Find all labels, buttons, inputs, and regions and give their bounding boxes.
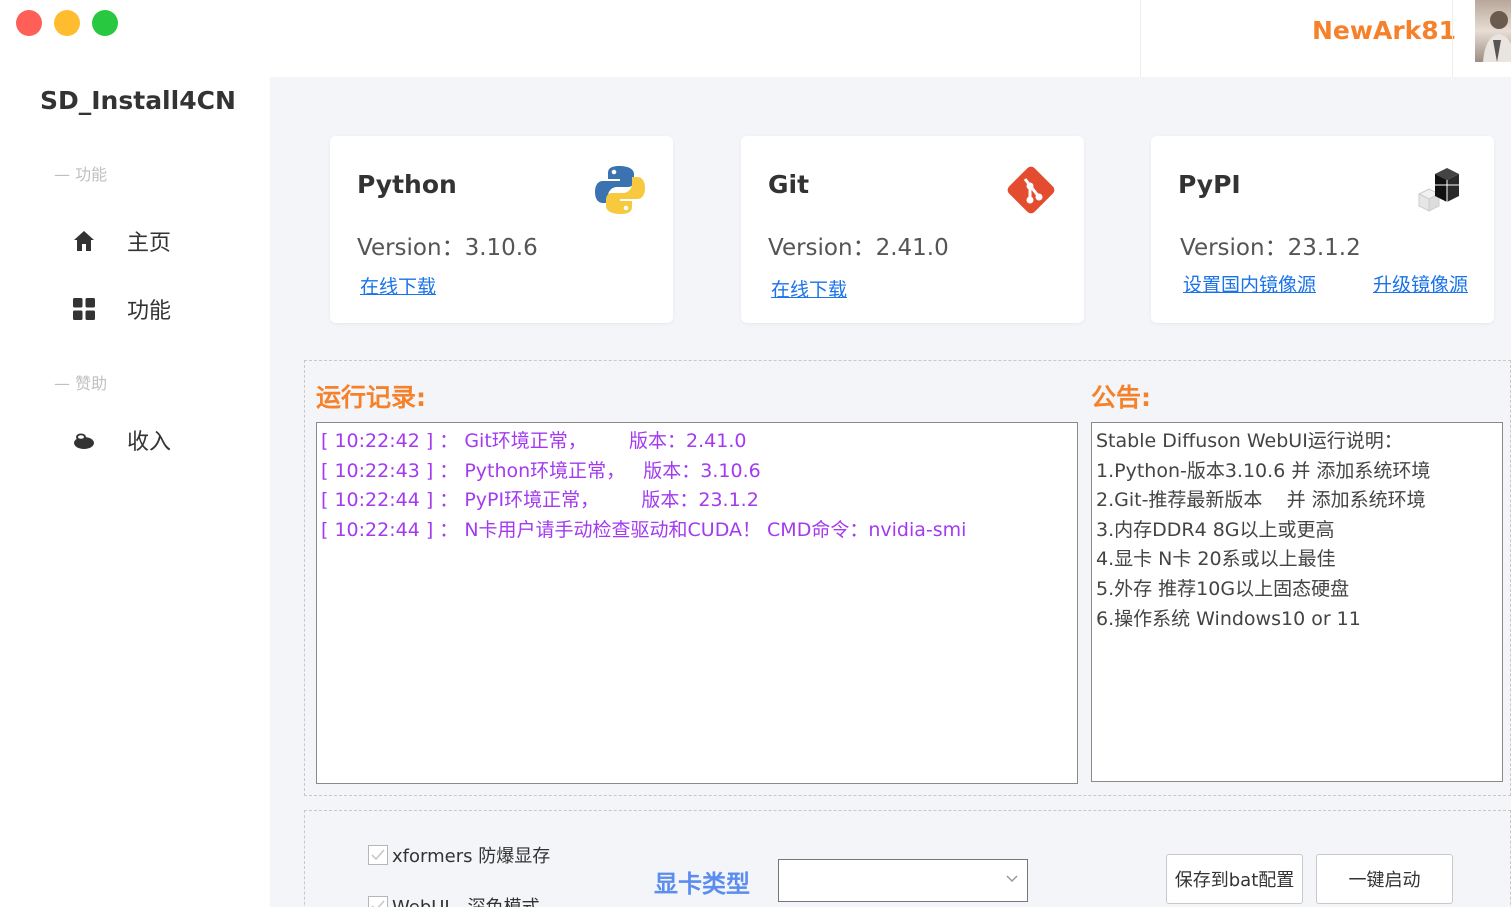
app-title: SD_Install4CN [40,86,236,115]
notice-line: 1.Python-版本3.10.6 并 添加系统环境 [1096,459,1431,482]
avatar[interactable] [1475,0,1511,62]
sidebar-item-features[interactable]: 功能 [72,289,252,329]
card-version: Version：3.10.6 [357,235,538,261]
run-log-textbox[interactable]: [ 10:22:42 ] ： Git环境正常， 版本：2.41.0 [ 10:2… [316,422,1078,784]
card-version: Version：23.1.2 [1180,235,1361,261]
checkbox-box[interactable] [368,896,388,907]
git-card: Git Version：2.41.0 在线下载 [741,136,1084,323]
chevron-down-icon [1005,870,1019,884]
home-icon [72,229,96,253]
notice-line: 6.操作系统 Windows10 or 11 [1096,607,1361,630]
launch-button[interactable]: 一键启动 [1316,854,1453,904]
notice-textbox[interactable]: Stable Diffuson WebUI运行说明： 1.Python-版本3.… [1091,422,1503,782]
sidebar-item-label: 功能 [127,299,172,324]
card-title: Python [357,170,457,199]
card-version: Version：2.41.0 [768,235,949,261]
close-window-button[interactable] [16,10,42,36]
log-line: [ 10:22:42 ] ： Git环境正常， 版本：2.41.0 [321,430,747,452]
header-divider [1452,0,1453,77]
sidebar-item-label: 收入 [127,430,172,455]
gpu-type-select[interactable] [778,859,1028,902]
checkbox-label: WebUI - 深色模式 [392,893,540,907]
log-line: [ 10:22:44 ] ： PyPI环境正常， 版本：23.1.2 [321,489,759,512]
xformers-checkbox[interactable]: xformers 防爆显存 [368,842,550,868]
python-card: Python Version：3.10.6 在线下载 [330,136,673,323]
card-title: Git [768,170,810,199]
sidebar-item-income[interactable]: 收入 [72,420,252,460]
notice-line: 4.显卡 N卡 20系或以上最佳 [1096,548,1336,571]
log-line: [ 10:22:44 ] ： N卡用户请手动检查驱动和CUDA！ CMD命令：n… [321,518,967,541]
python-download-link[interactable]: 在线下载 [360,272,436,299]
git-download-link[interactable]: 在线下载 [771,275,847,302]
coins-icon [72,428,96,452]
header-divider [1140,0,1141,77]
git-icon [1003,162,1059,218]
notice-title: 公告: [1091,383,1151,412]
maximize-window-button[interactable] [92,10,118,36]
username[interactable]: NewArk81 [1312,16,1456,45]
log-title: 运行记录: [316,383,426,412]
minimize-window-button[interactable] [54,10,80,36]
log-line: [ 10:22:43 ] ： Python环境正常， 版本：3.10.6 [321,459,761,482]
pypi-icon [1413,162,1469,218]
notice-line: 3.内存DDR4 8G以上或更高 [1096,518,1335,541]
card-title: PyPI [1178,170,1241,199]
nav-group-sponsor: — 赞助 [54,374,108,393]
nav-group-features: — 功能 [54,165,108,184]
set-mirror-link[interactable]: 设置国内镜像源 [1183,270,1316,297]
grid-icon [72,297,96,321]
save-bat-button[interactable]: 保存到bat配置 [1166,854,1303,904]
sidebar-item-label: 主页 [127,231,172,256]
upgrade-mirror-link[interactable]: 升级镜像源 [1373,270,1468,297]
sidebar-item-home[interactable]: 主页 [72,221,252,261]
top-header: NewArk81 [270,0,1511,77]
pypi-card: PyPI Version：23.1.2 设置国内镜像源 升级镜像源 [1151,136,1494,323]
gpu-type-label: 显卡类型 [654,870,750,898]
notice-line: Stable Diffuson WebUI运行说明： [1096,430,1403,452]
checkbox-label: xformers 防爆显存 [392,846,551,867]
checkbox-box[interactable] [368,845,388,865]
sidebar: SD_Install4CN — 功能 主页 功能 — 赞助 收入 [0,0,270,907]
dark-mode-checkbox[interactable]: WebUI - 深色模式 [368,893,540,907]
python-icon [592,162,648,218]
notice-line: 2.Git-推荐最新版本 并 添加系统环境 [1096,489,1426,512]
notice-line: 5.外存 推荐10G以上固态硬盘 [1096,577,1350,600]
